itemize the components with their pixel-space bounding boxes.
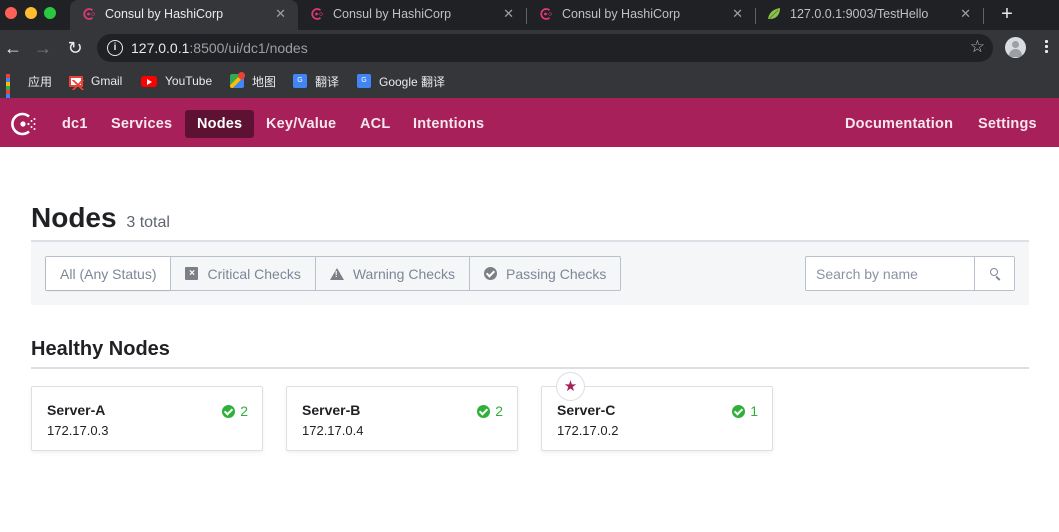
section-title-healthy-nodes: Healthy Nodes — [31, 338, 170, 360]
bookmark-maps[interactable]: 地图 — [230, 72, 276, 90]
bookmarks-bar: 应用 Gmail YouTube 地图 G 翻译 G Google 翻译 — [0, 66, 1059, 110]
node-address: 172.17.0.3 — [47, 423, 109, 438]
node-count: 3 total — [126, 214, 170, 231]
search-input[interactable] — [806, 257, 974, 290]
node-name: Server-A — [47, 402, 106, 418]
address-bar[interactable]: i 127.0.0.1:8500/ui/dc1/nodes ☆ — [97, 34, 993, 62]
window-maximize-button[interactable] — [44, 7, 56, 19]
node-name: Server-B — [302, 402, 361, 418]
browser-tab[interactable]: Consul by HashiCorp ✕ — [70, 0, 298, 30]
bookmark-apps[interactable]: 应用 — [6, 72, 52, 110]
forward-button[interactable]: → — [33, 38, 53, 58]
tab-title: Consul by HashiCorp — [333, 7, 452, 21]
node-card[interactable]: ★ Server-C 172.17.0.2 1 — [541, 372, 773, 451]
browser-tab[interactable]: Consul by HashiCorp ✕ — [527, 0, 756, 30]
reload-button[interactable]: ↻ — [65, 38, 85, 58]
url-text[interactable]: 127.0.0.1:8500/ui/dc1/nodes — [131, 40, 308, 56]
bookmark-star-icon[interactable]: ☆ — [970, 37, 985, 57]
browser-tab[interactable]: 127.0.0.1:9003/TestHello ✕ — [755, 0, 984, 30]
close-icon[interactable]: ✕ — [960, 6, 971, 22]
nav-item-services[interactable]: Services — [99, 110, 184, 138]
node-name: Server-C — [557, 402, 616, 418]
node-address: 172.17.0.2 — [557, 423, 619, 438]
divider — [31, 367, 1029, 369]
bookmark-translate[interactable]: G 翻译 — [293, 72, 339, 90]
youtube-icon — [141, 75, 157, 87]
new-tab-button[interactable]: + — [996, 3, 1018, 25]
bookmark-youtube[interactable]: YouTube — [141, 72, 212, 90]
search-icon — [990, 268, 998, 276]
consul-icon — [540, 8, 553, 20]
nav-item-nodes[interactable]: Nodes — [185, 110, 255, 138]
passing-check-icon — [477, 404, 491, 418]
browser-toolbar: ← → ↻ i 127.0.0.1:8500/ui/dc1/nodes ☆ — [0, 30, 1059, 66]
maps-icon — [230, 74, 244, 88]
consul-icon — [83, 8, 96, 20]
nav-item-intentions[interactable]: Intentions — [401, 110, 496, 138]
tab-title: Consul by HashiCorp — [105, 7, 224, 21]
nav-item-documentation[interactable]: Documentation — [833, 110, 965, 138]
browser-menu-icon[interactable] — [1045, 40, 1049, 55]
filter-bar: All (Any Status) × Critical Checks Warni… — [31, 242, 1029, 305]
back-button[interactable]: ← — [3, 38, 23, 58]
passing-checks-badge: 2 — [222, 403, 248, 419]
browser-tab[interactable]: Consul by HashiCorp ✕ — [298, 0, 527, 30]
site-info-icon[interactable]: i — [107, 40, 123, 56]
nav-item-key-value[interactable]: Key/Value — [254, 110, 348, 138]
nav-item-settings[interactable]: Settings — [966, 110, 1049, 138]
passing-check-icon — [222, 404, 236, 418]
consul-logo-icon[interactable] — [10, 111, 40, 137]
nav-item-acl[interactable]: ACL — [348, 110, 402, 138]
close-icon[interactable]: ✕ — [503, 6, 514, 22]
tab-separator — [983, 8, 984, 24]
passing-check-icon — [732, 404, 746, 418]
window-minimize-button[interactable] — [25, 7, 37, 19]
status-filter-group: All (Any Status) × Critical Checks Warni… — [45, 256, 622, 291]
filter-warning[interactable]: Warning Checks — [314, 257, 469, 290]
leader-star-icon: ★ — [556, 372, 585, 401]
tab-title: 127.0.0.1:9003/TestHello — [790, 7, 929, 21]
search-box — [805, 256, 1015, 291]
browser-tab-strip: Consul by HashiCorp ✕ Consul by HashiCor… — [0, 0, 1059, 30]
bookmark-google-translate[interactable]: G Google 翻译 — [357, 72, 445, 90]
warning-triangle-icon — [329, 267, 344, 280]
window-close-button[interactable] — [5, 7, 17, 19]
critical-x-icon: × — [185, 267, 199, 280]
close-icon[interactable]: ✕ — [732, 6, 743, 22]
datacenter-selector[interactable]: dc1 — [50, 110, 100, 138]
spring-leaf-icon — [768, 8, 780, 20]
apps-grid-icon — [6, 74, 20, 110]
node-card[interactable]: Server-B 172.17.0.4 2 — [286, 386, 518, 451]
consul-icon — [311, 8, 324, 20]
close-icon[interactable]: ✕ — [275, 6, 286, 22]
profile-avatar[interactable] — [1005, 37, 1026, 58]
page-title: Nodes 3 total — [31, 202, 170, 233]
passing-check-icon — [484, 267, 498, 280]
translate-icon: G — [357, 74, 374, 90]
translate-icon: G — [293, 74, 310, 90]
bookmark-gmail[interactable]: Gmail — [69, 72, 122, 90]
filter-passing[interactable]: Passing Checks — [469, 257, 620, 290]
passing-checks-badge: 2 — [477, 403, 503, 419]
tab-title: Consul by HashiCorp — [562, 7, 681, 21]
node-address: 172.17.0.4 — [302, 423, 364, 438]
filter-critical[interactable]: × Critical Checks — [170, 257, 314, 290]
gmail-icon — [69, 76, 85, 90]
node-card[interactable]: Server-A 172.17.0.3 2 — [31, 386, 263, 451]
filter-all[interactable]: All (Any Status) — [46, 257, 171, 290]
passing-checks-badge: 1 — [732, 403, 758, 419]
search-button[interactable] — [974, 257, 1014, 290]
